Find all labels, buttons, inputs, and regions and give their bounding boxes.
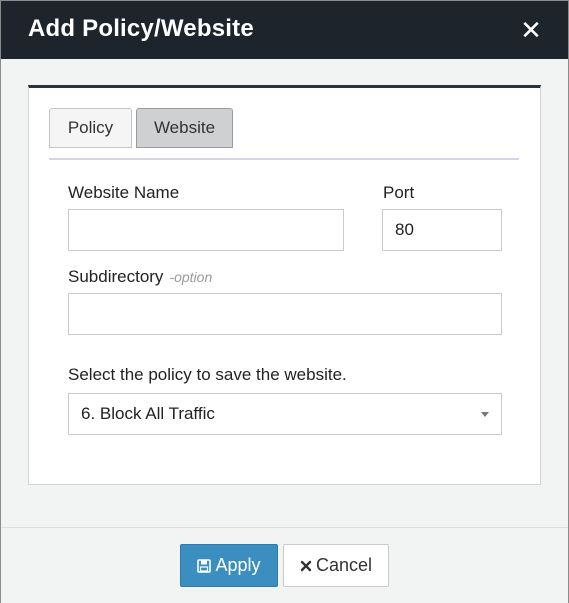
apply-button[interactable]: Apply — [180, 544, 278, 587]
subdirectory-optional-hint: -option — [169, 269, 213, 285]
add-policy-website-dialog: Add Policy/Website ✕ Policy Website Webs… — [0, 0, 569, 603]
times-icon — [300, 560, 312, 572]
dialog-body: Policy Website Website Name Port Subdire… — [1, 59, 568, 527]
subdirectory-label: Subdirectory -option — [68, 266, 212, 288]
caret-down-icon — [481, 412, 489, 417]
port-label: Port — [383, 183, 415, 202]
apply-button-label: Apply — [215, 555, 261, 575]
policy-select-label: Select the policy to save the website. — [68, 365, 347, 384]
website-name-input[interactable] — [68, 209, 344, 251]
dialog-titlebar: Add Policy/Website ✕ — [1, 1, 568, 59]
website-name-label: Website Name — [68, 183, 180, 202]
form-panel: Policy Website Website Name Port Subdire… — [28, 85, 541, 485]
tab-divider — [49, 158, 519, 160]
subdirectory-label-text: Subdirectory — [68, 267, 164, 286]
tab-policy[interactable]: Policy — [49, 108, 132, 148]
tab-website[interactable]: Website — [136, 108, 233, 148]
close-icon[interactable]: ✕ — [515, 14, 547, 46]
cancel-button-label: Cancel — [315, 555, 373, 575]
cancel-button[interactable]: Cancel — [283, 544, 389, 587]
port-input[interactable] — [382, 209, 502, 251]
policy-select-value: 6. Block All Traffic — [81, 404, 215, 423]
subdirectory-input[interactable] — [68, 293, 502, 335]
save-icon — [197, 558, 212, 573]
dialog-footer: Apply Cancel — [1, 527, 568, 603]
dialog-title: Add Policy/Website — [28, 15, 254, 42]
policy-select[interactable]: 6. Block All Traffic — [68, 393, 502, 435]
